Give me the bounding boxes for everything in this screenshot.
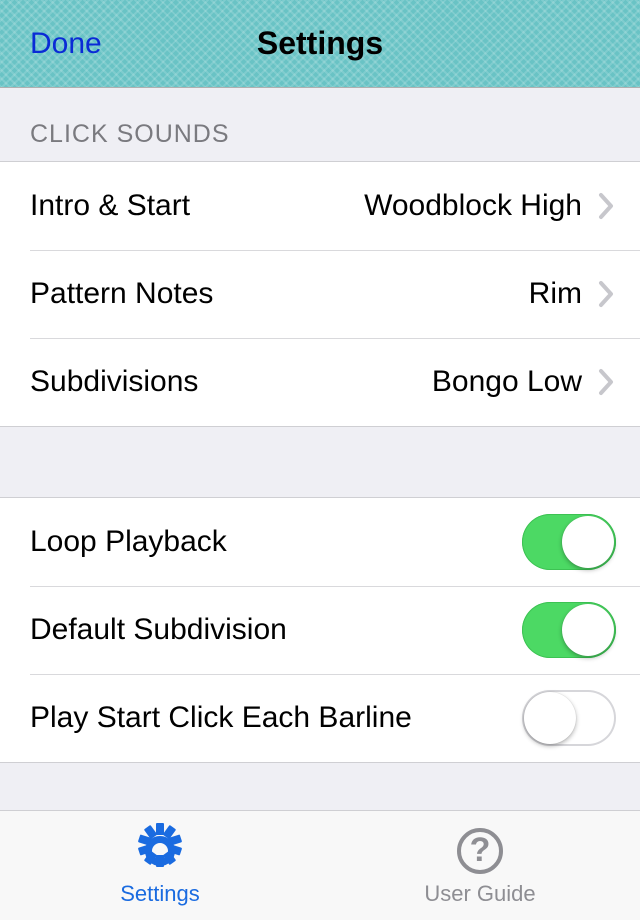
row-label: Loop Playback: [30, 525, 227, 559]
row-intro-start[interactable]: Intro & Start Woodblock High: [0, 162, 640, 250]
toggle-default-subdivision[interactable]: [522, 602, 616, 658]
row-value: Bongo Low: [432, 365, 582, 399]
done-button[interactable]: Done: [30, 27, 102, 61]
section-header-click-sounds: CLICK SOUNDS: [0, 88, 640, 161]
row-subdivisions[interactable]: Subdivisions Bongo Low: [0, 338, 640, 426]
row-label: Play Start Click Each Barline: [30, 701, 412, 735]
gear-icon: [134, 825, 186, 877]
header-bar: Done Settings: [0, 0, 640, 88]
row-value: Rim: [529, 277, 582, 311]
row-label: Default Subdivision: [30, 613, 287, 647]
toggle-play-start-click[interactable]: [522, 690, 616, 746]
tab-settings[interactable]: Settings: [0, 811, 320, 920]
row-pattern-notes[interactable]: Pattern Notes Rim: [0, 250, 640, 338]
row-value: Woodblock High: [364, 189, 582, 223]
page-title: Settings: [257, 25, 383, 62]
chevron-right-icon: [598, 280, 616, 308]
row-play-start-click: Play Start Click Each Barline: [0, 674, 640, 762]
tab-label: User Guide: [424, 881, 535, 907]
row-label: Pattern Notes: [30, 277, 213, 311]
row-label: Subdivisions: [30, 365, 198, 399]
chevron-right-icon: [598, 192, 616, 220]
row-label: Intro & Start: [30, 189, 190, 223]
toggle-loop-playback[interactable]: [522, 514, 616, 570]
tab-label: Settings: [120, 881, 200, 907]
tab-user-guide[interactable]: ? User Guide: [320, 811, 640, 920]
chevron-right-icon: [598, 368, 616, 396]
help-icon: ?: [454, 825, 506, 877]
tab-bar: Settings ? User Guide: [0, 810, 640, 920]
row-loop-playback: Loop Playback: [0, 498, 640, 586]
section-gap: [0, 427, 640, 497]
click-sounds-group: Intro & Start Woodblock High Pattern Not…: [0, 161, 640, 427]
toggles-group: Loop Playback Default Subdivision Play S…: [0, 497, 640, 763]
row-default-subdivision: Default Subdivision: [0, 586, 640, 674]
